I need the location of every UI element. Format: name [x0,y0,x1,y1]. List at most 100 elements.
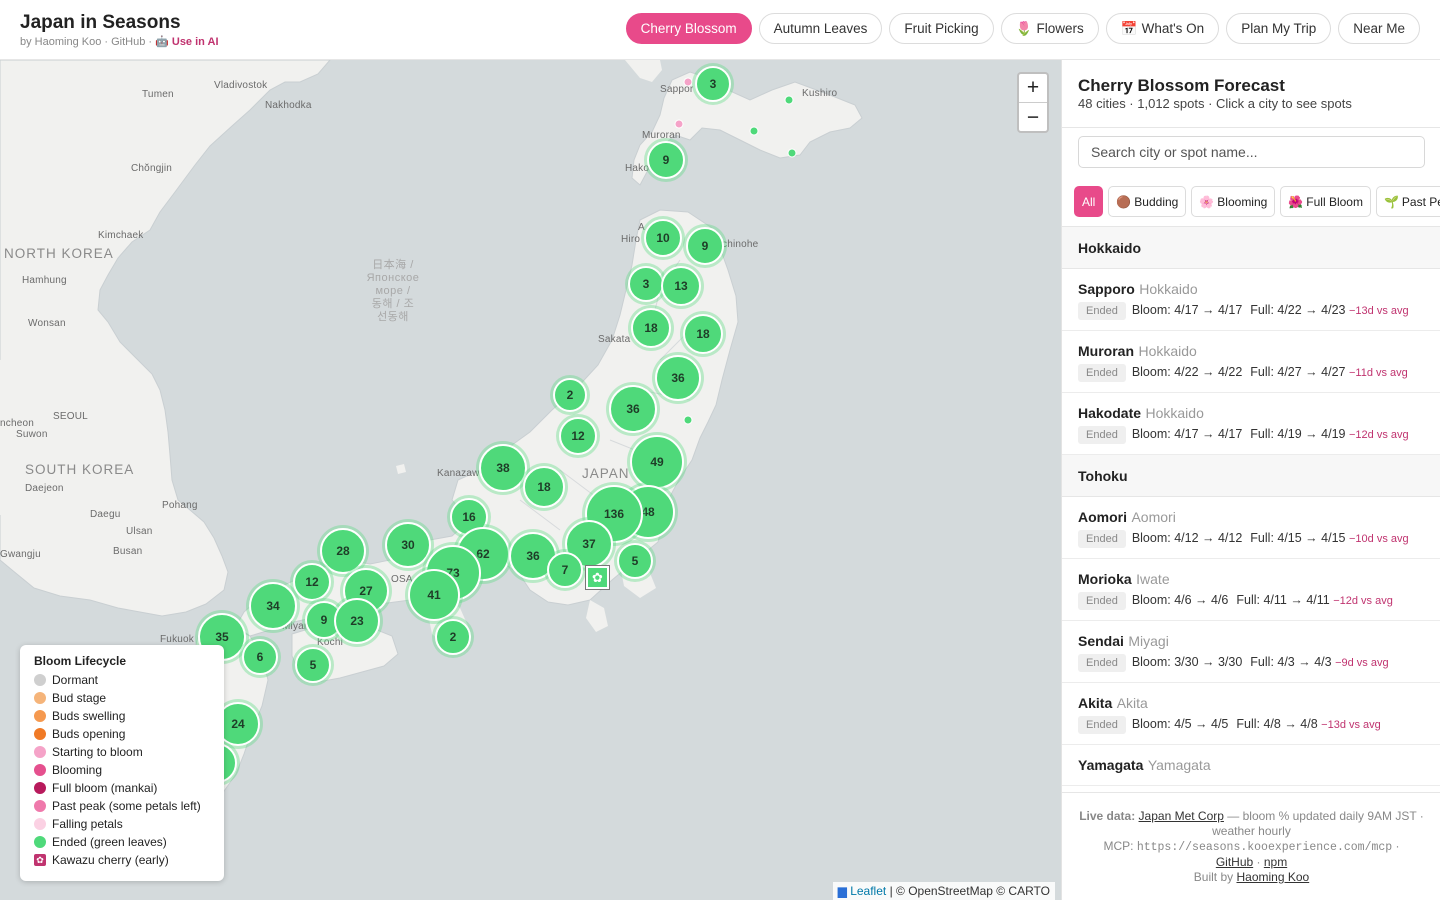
nav-label: What's On [1141,21,1205,36]
city-row[interactable]: Yamagata Yamagata [1062,745,1440,786]
bloom-dates: Bloom: 4/6 → 4/6 [1131,593,1229,607]
leaflet-link[interactable]: Leaflet [850,884,886,898]
vs-average: −12d vs avg [1348,429,1409,441]
vs-average: −13d vs avg [1348,305,1409,317]
spot-dot[interactable] [674,119,684,129]
city-row[interactable]: Akita Akita Ended Bloom: 4/5 → 4/5 Full: 4/… [1062,683,1440,745]
cluster-marker[interactable]: 10 [644,219,682,257]
city-list[interactable]: Hokkaido Sapporo Hokkaido Ended Bloom: 4/17… [1062,226,1440,792]
cluster-marker[interactable]: 5 [617,543,653,579]
sea-label-line: 선동해 [377,311,409,323]
region-header: Hokkaido [1062,227,1440,269]
github-link[interactable]: GitHub [1216,855,1253,869]
legend-label: Falling petals [52,817,123,831]
cluster-marker[interactable]: 12 [559,417,597,455]
status-badge: Ended [1078,530,1126,548]
place-label: Hako [625,163,650,174]
city-row[interactable]: Sapporo Hokkaido Ended Bloom: 4/17 → 4/17 F… [1062,269,1440,331]
place-label: NORTH KOREA [4,246,114,261]
cluster-marker[interactable]: 34 [249,582,297,630]
panel-subtitle: 48 cities · 1,012 spots · Click a city t… [1078,96,1352,111]
cluster-marker[interactable]: 18 [523,466,565,508]
zoom-in-button[interactable]: + [1019,74,1047,103]
nav-near-me[interactable]: Near Me [1338,13,1420,44]
place-label: Kanazaw [437,468,480,479]
city-row[interactable]: Aomori Aomori Ended Bloom: 4/12 → 4/12 Full… [1062,497,1440,559]
place-label: Kushiro [802,88,838,99]
filter-full-bloom[interactable]: 🌺 Full Bloom [1280,186,1371,217]
app-header: Japan in Seasons by Haoming Koo · GitHub… [0,0,1440,60]
cluster-marker[interactable]: 36 [609,385,657,433]
forecast-panel: Cherry Blossom Forecast 48 cities · 1,01… [1061,60,1440,900]
legend-item: Buds opening [34,725,210,743]
legend-label: Buds swelling [52,709,126,723]
nav-flowers[interactable]: 🌷 Flowers [1000,13,1099,44]
nav-fruit-picking[interactable]: Fruit Picking [889,13,994,44]
author-link[interactable]: Haoming Koo [1236,870,1309,884]
cluster-marker[interactable]: 36 [655,355,701,401]
cluster-marker[interactable]: 3 [695,66,731,102]
place-label: Hamhung [22,275,67,286]
city-name: Hakodate [1078,405,1142,421]
source-link[interactable]: Japan Met Corp [1139,809,1224,823]
cluster-marker[interactable]: 49 [630,435,684,489]
vs-average: −13d vs avg [1321,719,1381,731]
nav-autumn-leaves[interactable]: Autumn Leaves [758,13,883,44]
legend-swatch [34,674,46,686]
cluster-marker[interactable]: 28 [320,528,366,574]
cluster-marker[interactable]: 2 [435,619,471,655]
cluster-marker[interactable]: 23 [334,598,380,644]
cluster-marker[interactable]: 6 [242,639,278,675]
place-label: A [638,222,645,233]
bloom-legend: Bloom Lifecycle Dormant Bud stage Buds swe… [20,645,224,881]
cluster-marker[interactable]: 7 [547,552,583,588]
spot-dot[interactable] [787,148,797,158]
mcp-label: MCP: [1103,839,1137,853]
city-row[interactable]: Sendai Miyagi Ended Bloom: 3/30 → 3/30 Full… [1062,621,1440,683]
cluster-marker[interactable]: 30 [385,522,431,568]
cluster-marker[interactable]: 38 [479,444,527,492]
city-row[interactable]: Morioka Iwate Ended Bloom: 4/6 → 4/6 Full: … [1062,559,1440,621]
city-row[interactable]: Hakodate Hokkaido Ended Bloom: 4/17 → 4/17… [1062,393,1440,455]
cluster-marker[interactable]: 9 [647,141,685,179]
filter-past-peak[interactable]: 🌱Past Peak [1375,186,1440,217]
byline-text[interactable]: by Haoming Koo · GitHub · 🤖 [20,36,169,48]
source-note: — bloom % updated daily 9AM JST · weathe… [1212,809,1424,838]
spot-dot[interactable] [749,126,759,136]
cluster-marker[interactable]: 3 [628,266,664,302]
mcp-url[interactable]: https://seasons.kooexperience.com/mcp [1137,841,1392,854]
city-row[interactable]: Muroran Hokkaido Ended Bloom: 4/22 → 4/22 F… [1062,331,1440,393]
filter-blooming[interactable]: 🌸 Blooming [1191,186,1276,217]
nav-plan-my-trip[interactable]: Plan My Trip [1226,13,1332,44]
cluster-marker[interactable]: 41 [408,569,460,621]
cluster-marker[interactable]: 13 [661,266,701,306]
spot-dot[interactable] [784,95,794,105]
nav-cherry-blossom[interactable]: Cherry Blossom [625,13,752,44]
spot-dot[interactable] [683,77,693,87]
city-title: Sendai Miyagi [1078,633,1425,651]
npm-link[interactable]: npm [1264,855,1287,869]
filter-icon: 🌱 [1383,194,1399,209]
spot-dot[interactable] [683,415,693,425]
filter-budding[interactable]: 🟤 Budding [1108,186,1187,217]
cluster-marker[interactable]: 9 [686,227,724,265]
cluster-marker[interactable]: 18 [631,308,671,348]
nav-icon: 📅 [1120,20,1138,36]
vs-average: −9d vs avg [1335,657,1389,669]
cluster-marker[interactable]: 18 [683,314,723,354]
map[interactable]: Vladivostok Tumen Nakhodka Chŏngjin Kimchaek… [0,60,1061,900]
city-title: Morioka Iwate [1078,571,1425,589]
search-input[interactable] [1078,136,1425,168]
legend-item: Buds swelling [34,707,210,725]
kawazu-cherry-marker[interactable]: ✿ [586,566,609,589]
cluster-marker[interactable]: 2 [553,378,587,412]
cluster-marker[interactable]: 5 [295,647,331,683]
cluster-marker[interactable]: 12 [293,563,331,601]
vs-average: −11d vs avg [1348,367,1408,379]
full-bloom-dates: Full: 4/11 → 4/11 [1236,593,1330,607]
city-forecast: Ended Bloom: 4/17 → 4/17 Full: 4/22 → 4/23… [1078,302,1425,320]
filter-all[interactable]: All [1074,186,1104,217]
use-in-ai-link[interactable]: Use in AI [172,36,219,48]
nav-what-s-on[interactable]: 📅 What's On [1105,13,1220,44]
zoom-out-button[interactable]: − [1019,103,1047,132]
